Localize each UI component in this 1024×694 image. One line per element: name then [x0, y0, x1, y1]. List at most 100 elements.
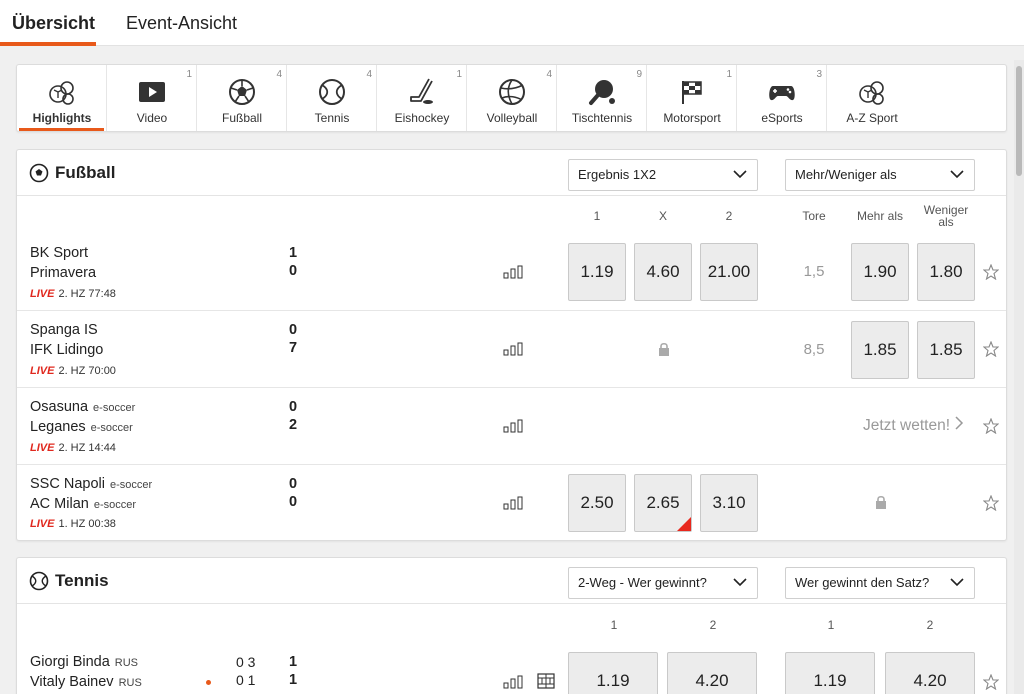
- odd-button-under[interactable]: 1.80: [917, 243, 975, 301]
- stats-icon[interactable]: [503, 265, 525, 279]
- odd-button-over[interactable]: 1.85: [851, 321, 909, 379]
- tab-uebersicht[interactable]: Übersicht: [12, 0, 95, 46]
- football-section: Fußball Ergebnis 1X2 Mehr/Weniger als 1 …: [16, 149, 1007, 541]
- gamepad-icon: [769, 86, 795, 101]
- odd-button-x[interactable]: 4.60: [634, 243, 692, 301]
- match-status: LIVE 2. HZ 14:44: [30, 442, 116, 454]
- serving-indicator-icon: [206, 680, 211, 685]
- top-tab-bar: Übersicht Event-Ansicht: [0, 0, 1024, 46]
- player-country: RUS: [118, 677, 142, 689]
- market-dropdown-set-winner[interactable]: Wer gewinnt den Satz?: [785, 567, 975, 599]
- match-status: LIVE 2. HZ 70:00: [30, 365, 116, 377]
- active-tab-indicator: [0, 42, 96, 46]
- match-row[interactable]: Spanga IS IFK Lidingo LIVE 2. HZ 70:00 0 …: [17, 310, 1006, 387]
- odd-button-over[interactable]: 1.90: [851, 243, 909, 301]
- match-row[interactable]: Osasuna e-soccer Leganes e-soccer LIVE 2. H…: [17, 387, 1006, 464]
- match-row[interactable]: Giorgi Binda RUS Vitaly Bainev RUS 0 3 0 1…: [17, 642, 1006, 694]
- team-tag: e-soccer: [93, 402, 136, 414]
- column-header-1: 1: [610, 618, 618, 632]
- tennis-section-header: Tennis 2-Weg - Wer gewinnt? Wer gewinnt …: [17, 558, 1006, 604]
- away-player: Vitaly Bainev RUS: [30, 674, 142, 690]
- sport-item-tischtennis[interactable]: Tischtennis 9: [557, 65, 647, 131]
- sport-item-fussball[interactable]: Fußball 4: [197, 65, 287, 131]
- sport-count: 4: [276, 69, 282, 80]
- lock-icon: [876, 495, 886, 509]
- favorite-star-icon[interactable]: [983, 341, 999, 357]
- column-header-weniger: Weniger als: [917, 204, 975, 228]
- score-away: 7: [288, 340, 298, 356]
- odd-button-1[interactable]: 1.19: [568, 652, 658, 694]
- market-dropdown-over-under[interactable]: Mehr/Weniger als: [785, 159, 975, 191]
- odd-button-1[interactable]: 1.19: [568, 243, 626, 301]
- favorite-star-icon[interactable]: [983, 264, 999, 280]
- odd-button-2[interactable]: 4.20: [667, 652, 757, 694]
- sport-item-esports[interactable]: eSports 3: [737, 65, 827, 131]
- sport-label: Fußball: [221, 111, 262, 125]
- multi-sport-icon: [49, 81, 74, 105]
- odd-button-under[interactable]: 1.85: [917, 321, 975, 379]
- sport-navigation: Highlights Video 1 Fußball 4 Tennis 4 Ei: [16, 64, 1007, 132]
- favorite-star-icon[interactable]: [983, 495, 999, 511]
- score-away: 0: [288, 494, 298, 510]
- favorite-star-icon[interactable]: [983, 674, 999, 690]
- sport-item-video[interactable]: Video 1: [107, 65, 197, 131]
- team-name: Osasuna: [30, 399, 89, 415]
- live-badge: LIVE: [30, 288, 55, 300]
- set-odd-button-2[interactable]: 4.20: [885, 652, 975, 694]
- odd-button-2[interactable]: 3.10: [700, 474, 758, 532]
- column-header-1: 1: [593, 209, 601, 223]
- odd-button-2[interactable]: 21.00: [700, 243, 758, 301]
- sport-label: Highlights: [32, 111, 92, 125]
- soccer-ball-icon: [229, 79, 255, 105]
- sport-item-tennis[interactable]: Tennis 4: [287, 65, 377, 131]
- match-period: 2. HZ 14:44: [58, 442, 116, 454]
- stats-icon[interactable]: [503, 419, 525, 433]
- sport-item-highlights[interactable]: Highlights: [17, 65, 107, 131]
- away-team: AC Milan e-soccer: [30, 496, 136, 512]
- score-away: 2: [288, 417, 298, 433]
- sport-label: Tischtennis: [571, 111, 633, 125]
- score-home: 0: [288, 476, 298, 492]
- match-row[interactable]: SSC Napoli e-soccer AC Milan e-soccer LIVE…: [17, 464, 1006, 540]
- away-team: IFK Lidingo: [30, 342, 104, 358]
- dropdown-value: 2-Weg - Wer gewinnt?: [578, 575, 707, 590]
- stats-icon[interactable]: [503, 675, 525, 689]
- team-name: SSC Napoli: [30, 476, 105, 492]
- odd-button-x[interactable]: 2.65: [634, 474, 692, 532]
- player-name: Giorgi Binda: [30, 654, 110, 670]
- away-team: Leganes e-soccer: [30, 419, 133, 435]
- match-status: LIVE 2. HZ 77:48: [30, 288, 116, 300]
- games-away: 0 1: [236, 672, 256, 688]
- set-odd-button-1[interactable]: 1.19: [785, 652, 875, 694]
- market-dropdown-match-winner[interactable]: 2-Weg - Wer gewinnt?: [568, 567, 758, 599]
- market-dropdown-1x2[interactable]: Ergebnis 1X2: [568, 159, 758, 191]
- sport-count: 1: [726, 69, 732, 80]
- sets-away: 1: [288, 672, 298, 688]
- dropdown-value: Wer gewinnt den Satz?: [795, 575, 930, 590]
- favorite-star-icon[interactable]: [983, 418, 999, 434]
- stats-icon[interactable]: [503, 496, 525, 510]
- page-scrollbar[interactable]: [1014, 60, 1024, 694]
- column-header-set-1: 1: [827, 618, 835, 632]
- sport-item-a-z[interactable]: A-Z Sport: [827, 65, 917, 131]
- team-name: Leganes: [30, 419, 86, 435]
- court-icon[interactable]: [537, 673, 555, 689]
- score-home: 0: [288, 399, 298, 415]
- chevron-right-icon: [955, 416, 964, 430]
- team-tag: e-soccer: [109, 479, 153, 491]
- sport-item-motorsport[interactable]: Motorsport 1: [647, 65, 737, 131]
- tab-event-ansicht[interactable]: Event-Ansicht: [126, 0, 237, 46]
- sport-item-eishockey[interactable]: Eishockey 1: [377, 65, 467, 131]
- match-period: 1. HZ 00:38: [58, 518, 116, 530]
- sets-home: 1: [288, 654, 298, 670]
- home-team: BK Sport: [30, 245, 89, 261]
- match-row[interactable]: BK Sport Primavera LIVE 2. HZ 77:48 1 0 1…: [17, 233, 1006, 310]
- odd-button-1[interactable]: 2.50: [568, 474, 626, 532]
- bet-now-link[interactable]: Jetzt wetten!: [863, 416, 964, 435]
- sport-count: 1: [456, 69, 462, 80]
- scrollbar-thumb[interactable]: [1016, 66, 1022, 176]
- match-period: 2. HZ 70:00: [58, 365, 116, 377]
- stats-icon[interactable]: [503, 342, 525, 356]
- team-tag: e-soccer: [93, 499, 137, 511]
- sport-item-volleyball[interactable]: Volleyball 4: [467, 65, 557, 131]
